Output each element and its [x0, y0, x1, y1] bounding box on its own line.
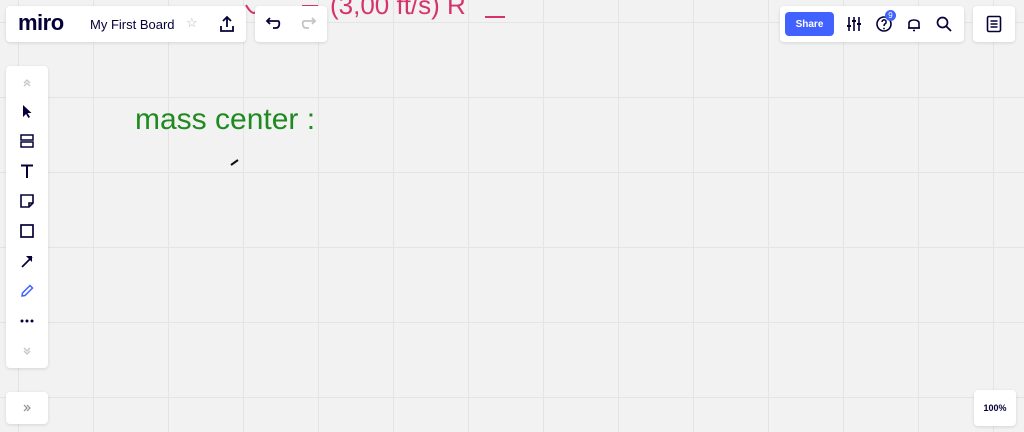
zoom-level[interactable]: 100% [974, 390, 1016, 426]
more-icon[interactable] [15, 309, 39, 333]
board-header: miro My First Board ☆ [6, 6, 246, 42]
collapse-down-icon[interactable] [15, 339, 39, 363]
sticky-note-icon[interactable] [15, 189, 39, 213]
zoom-panel: 100% [974, 390, 1016, 426]
miro-logo[interactable]: miro [18, 10, 64, 36]
star-icon[interactable]: ☆ [186, 15, 198, 31]
bell-icon[interactable] [904, 14, 924, 34]
notification-badge: 9 [885, 10, 896, 21]
undo-icon[interactable] [261, 12, 285, 36]
menu-list-icon[interactable] [984, 14, 1004, 34]
settings-sliders-icon[interactable] [844, 14, 864, 34]
left-toolbar [6, 66, 48, 368]
share-button[interactable]: Share [785, 12, 834, 36]
select-icon[interactable] [15, 99, 39, 123]
connector-icon[interactable] [15, 249, 39, 273]
handwriting-mass-center: mass center : [135, 103, 315, 136]
board-menu-panel [973, 6, 1015, 42]
expand-panel [6, 392, 48, 424]
svg-text:(3,00 ft/s) R: (3,00 ft/s) R [330, 0, 466, 20]
export-icon[interactable] [216, 13, 238, 35]
board-canvas[interactable]: (3,00 ft/s) R mass center : [0, 0, 1024, 432]
frame-icon[interactable] [15, 129, 39, 153]
expand-right-icon[interactable] [17, 398, 37, 418]
board-title[interactable]: My First Board [90, 17, 175, 32]
pen-icon[interactable] [15, 279, 39, 303]
shape-icon[interactable] [15, 219, 39, 243]
history-panel [255, 6, 327, 42]
pen-stroke [230, 159, 239, 166]
collapse-up-icon[interactable] [15, 71, 39, 95]
search-icon[interactable] [934, 14, 954, 34]
top-right-toolbar: Share 9 [780, 6, 964, 42]
redo-icon[interactable] [297, 12, 321, 36]
text-icon[interactable] [15, 159, 39, 183]
